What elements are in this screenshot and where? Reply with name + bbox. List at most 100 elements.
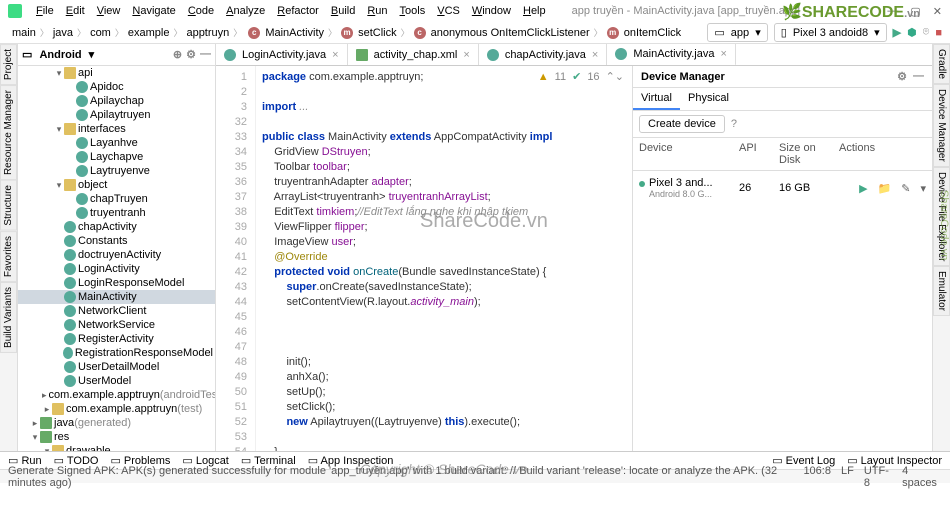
tree-item[interactable]: Layanhve — [18, 136, 215, 150]
project-tree[interactable]: ▾apiApidocApilaychapApilaytruyen▾interfa… — [18, 66, 215, 451]
tree-item[interactable]: RegistrationResponseModel — [18, 346, 215, 360]
device-help-icon[interactable]: ? — [731, 118, 737, 130]
code-editor[interactable]: 1233233343536373839404142434445464748495… — [216, 66, 632, 451]
panel-settings-icon[interactable]: ⚙ — [897, 70, 907, 83]
project-panel-header[interactable]: ▭ Android ▾ ⊕ ⚙ — — [18, 44, 215, 66]
tree-item[interactable]: ▾api — [18, 66, 215, 80]
create-device-button[interactable]: Create device — [639, 115, 725, 133]
left-tool-rail: ProjectResource ManagerStructureFavorite… — [0, 44, 18, 451]
close-tab-icon[interactable]: × — [720, 48, 726, 60]
breadcrumb-class[interactable]: m onItemClick — [603, 26, 686, 40]
rail-emulator[interactable]: Emulator — [933, 266, 950, 316]
breadcrumb-item[interactable]: com — [86, 26, 115, 40]
tree-item[interactable]: chapActivity — [18, 220, 215, 234]
tab-physical[interactable]: Physical — [680, 88, 737, 110]
menu-analyze[interactable]: Analyze — [220, 3, 271, 19]
menu-run[interactable]: Run — [361, 3, 393, 19]
project-collapse-icon[interactable]: — — [200, 48, 211, 61]
menu-build[interactable]: Build — [325, 3, 361, 19]
breadcrumb-class[interactable]: c MainActivity — [244, 26, 328, 40]
close-icon[interactable]: ✕ — [933, 5, 942, 18]
rail-favorites[interactable]: Favorites — [0, 231, 17, 282]
project-target-icon[interactable]: ⊕ — [173, 48, 182, 61]
device-name: Pixel 3 and... — [649, 177, 713, 189]
menu-code[interactable]: Code — [182, 3, 220, 19]
tree-item[interactable]: NetworkClient — [18, 304, 215, 318]
profile-button[interactable]: ⌾ — [923, 26, 930, 39]
device-edit-icon[interactable]: ✎ — [901, 182, 910, 195]
close-tab-icon[interactable]: × — [463, 49, 469, 61]
code-content[interactable]: package com.example.apptruyn; import ...… — [256, 66, 632, 451]
device-run-icon[interactable]: ▶ — [859, 182, 867, 195]
breadcrumb-item[interactable]: example — [124, 26, 174, 40]
file-tab[interactable]: chapActivity.java× — [479, 44, 608, 65]
menu-refactor[interactable]: Refactor — [271, 3, 325, 19]
inspection-badge[interactable]: ▲11 ✔16 ⌃⌄ — [538, 70, 624, 83]
close-tab-icon[interactable]: × — [592, 49, 598, 61]
close-tab-icon[interactable]: × — [332, 49, 338, 61]
rail-gradle[interactable]: Gradle — [933, 44, 950, 84]
tree-item[interactable]: truyentranh — [18, 206, 215, 220]
tree-item[interactable]: Constants — [18, 234, 215, 248]
tree-item[interactable]: Laytruyenve — [18, 164, 215, 178]
project-settings-icon[interactable]: ⚙ — [186, 48, 196, 61]
status-indicator[interactable]: UTF-8 — [864, 465, 892, 489]
menu-window[interactable]: Window — [466, 3, 517, 19]
tree-item[interactable]: LoginResponseModel — [18, 276, 215, 290]
tree-item[interactable]: LoginActivity — [18, 262, 215, 276]
tree-item[interactable]: ▾interfaces — [18, 122, 215, 136]
menu-help[interactable]: Help — [517, 3, 552, 19]
status-indicator[interactable]: 4 spaces — [902, 465, 942, 489]
breadcrumb-item[interactable]: apptruyn — [182, 26, 233, 40]
rail-build-variants[interactable]: Build Variants — [0, 282, 17, 353]
rail-project[interactable]: Project — [0, 44, 17, 85]
panel-hide-icon[interactable]: — — [913, 70, 924, 83]
device-table-header: Device API Size on Disk Actions — [633, 138, 932, 171]
status-indicator[interactable]: 106:8 — [803, 465, 831, 489]
tree-item[interactable]: RegisterActivity — [18, 332, 215, 346]
file-tab[interactable]: MainActivity.java× — [607, 44, 736, 66]
device-more-icon[interactable]: ▾ — [920, 182, 926, 195]
tree-item[interactable]: Apilaychap — [18, 94, 215, 108]
tab-virtual[interactable]: Virtual — [633, 88, 680, 110]
tree-item[interactable]: UserModel — [18, 374, 215, 388]
file-tab[interactable]: LoginActivity.java× — [216, 44, 348, 65]
tree-item[interactable]: Laychapve — [18, 150, 215, 164]
tree-item[interactable]: ▾drawable — [18, 444, 215, 451]
debug-button[interactable]: ⬢ — [907, 26, 917, 39]
file-tab[interactable]: activity_chap.xml× — [348, 44, 479, 65]
menu-navigate[interactable]: Navigate — [126, 3, 181, 19]
menu-file[interactable]: File — [30, 3, 60, 19]
tree-item[interactable]: ▸com.example.apptruyn (test) — [18, 402, 215, 416]
device-selector[interactable]: ▯ Pixel 3 andoid8 ▾ — [774, 23, 887, 42]
run-config-selector[interactable]: ▭ app ▾ — [707, 23, 767, 42]
tree-item[interactable]: chapTruyen — [18, 192, 215, 206]
menu-vcs[interactable]: VCS — [431, 3, 466, 19]
menu-edit[interactable]: Edit — [60, 3, 91, 19]
menu-tools[interactable]: Tools — [394, 3, 432, 19]
tree-item[interactable]: UserDetailModel — [18, 360, 215, 374]
rail-device-manager[interactable]: Device Manager — [933, 84, 950, 167]
breadcrumb-class[interactable]: m setClick — [337, 26, 401, 40]
app-logo-icon — [8, 4, 22, 18]
tree-item[interactable]: doctruyenActivity — [18, 248, 215, 262]
breadcrumb-class[interactable]: c anonymous OnItemClickListener — [410, 26, 594, 40]
stop-button[interactable]: ■ — [935, 27, 942, 39]
device-row[interactable]: Pixel 3 and... Android 8.0 G... 26 16 GB… — [633, 171, 932, 205]
tree-item[interactable]: ▾res — [18, 430, 215, 444]
status-indicator[interactable]: LF — [841, 465, 854, 489]
device-folder-icon[interactable]: 📁 — [878, 182, 892, 195]
run-button[interactable]: ▶ — [893, 26, 901, 39]
tree-item[interactable]: Apidoc — [18, 80, 215, 94]
menu-view[interactable]: View — [91, 3, 127, 19]
tree-item[interactable]: NetworkService — [18, 318, 215, 332]
breadcrumb-item[interactable]: java — [49, 26, 77, 40]
breadcrumb-item[interactable]: main — [8, 26, 40, 40]
tree-item[interactable]: ▾object — [18, 178, 215, 192]
tree-item[interactable]: ▸java (generated) — [18, 416, 215, 430]
tree-item[interactable]: ▸com.example.apptruyn (androidTest) — [18, 388, 215, 402]
rail-structure[interactable]: Structure — [0, 180, 17, 231]
rail-resource-manager[interactable]: Resource Manager — [0, 85, 17, 180]
tree-item[interactable]: Apilaytruyen — [18, 108, 215, 122]
tree-item[interactable]: MainActivity — [18, 290, 215, 304]
